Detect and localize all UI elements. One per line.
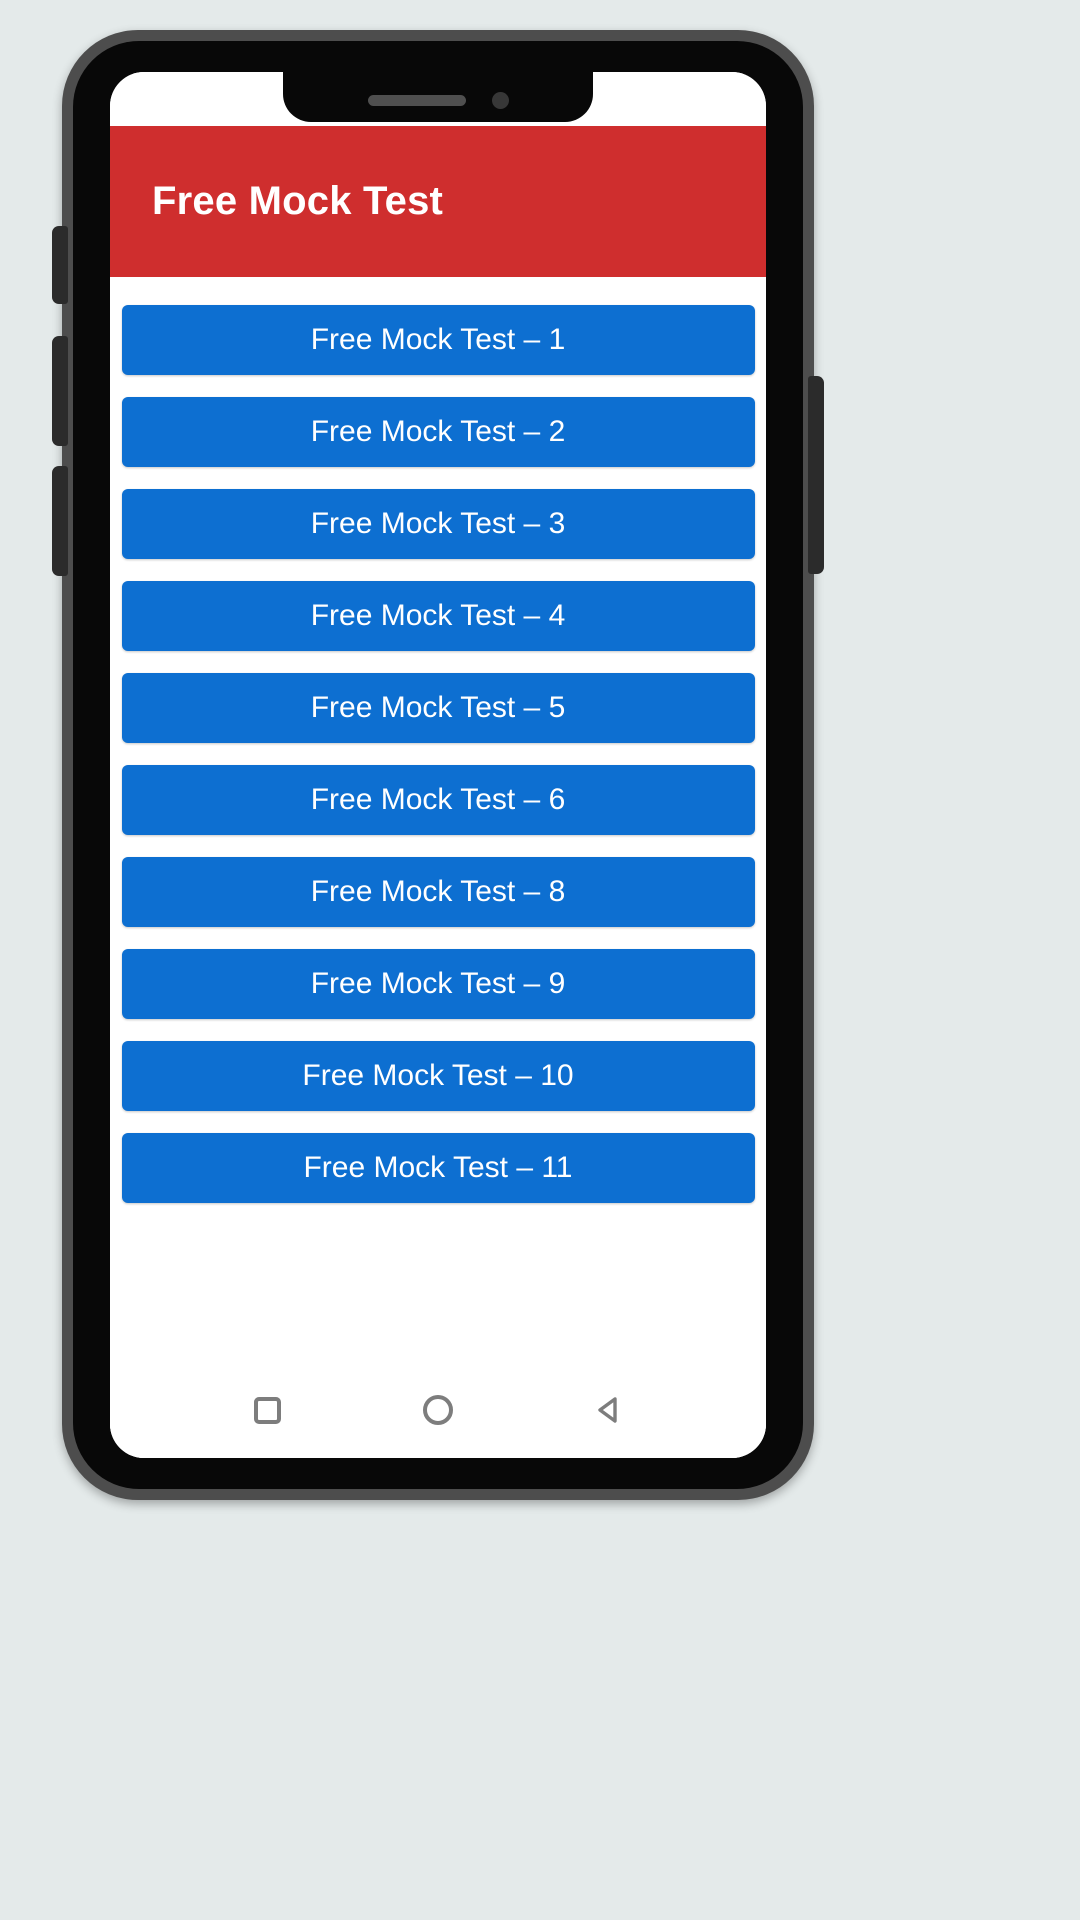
phone-screen: Free Mock Test Free Mock Test – 1 Free M… (110, 72, 766, 1458)
mock-test-button-1[interactable]: Free Mock Test – 1 (121, 305, 755, 375)
earpiece-speaker-icon (367, 94, 466, 106)
mock-test-button-2[interactable]: Free Mock Test – 2 (121, 397, 755, 467)
app-header: Free Mock Test (110, 126, 766, 277)
mute-switch-button[interactable] (52, 466, 68, 576)
volume-down-button[interactable] (52, 336, 68, 446)
android-navigation-bar (110, 1362, 766, 1458)
mock-test-button-9[interactable]: Free Mock Test – 9 (121, 949, 755, 1019)
mock-test-button-10[interactable]: Free Mock Test – 10 (121, 1041, 755, 1111)
volume-up-button[interactable] (52, 226, 68, 304)
page-title: Free Mock Test (152, 179, 444, 223)
phone-mockup: Free Mock Test Free Mock Test – 1 Free M… (52, 30, 824, 1500)
mock-test-button-4[interactable]: Free Mock Test – 4 (121, 581, 755, 651)
home-button[interactable] (408, 1380, 468, 1440)
phone-notch (283, 72, 593, 122)
app-viewport: Free Mock Test Free Mock Test – 1 Free M… (110, 72, 766, 1458)
back-triangle-icon (597, 1397, 617, 1423)
mock-test-button-3[interactable]: Free Mock Test – 3 (121, 489, 755, 559)
mock-test-button-6[interactable]: Free Mock Test – 6 (121, 765, 755, 835)
mock-test-list: Free Mock Test – 1 Free Mock Test – 2 Fr… (110, 277, 766, 1362)
mock-test-button-11[interactable]: Free Mock Test – 11 (121, 1133, 755, 1203)
home-circle-icon (422, 1395, 453, 1425)
front-camera-icon (491, 91, 509, 109)
recents-button[interactable] (237, 1380, 297, 1440)
mock-test-button-8[interactable]: Free Mock Test – 8 (121, 857, 755, 927)
mock-test-button-5[interactable]: Free Mock Test – 5 (121, 673, 755, 743)
back-button[interactable] (579, 1380, 639, 1440)
power-button[interactable] (808, 376, 824, 574)
recents-square-icon (253, 1396, 281, 1424)
